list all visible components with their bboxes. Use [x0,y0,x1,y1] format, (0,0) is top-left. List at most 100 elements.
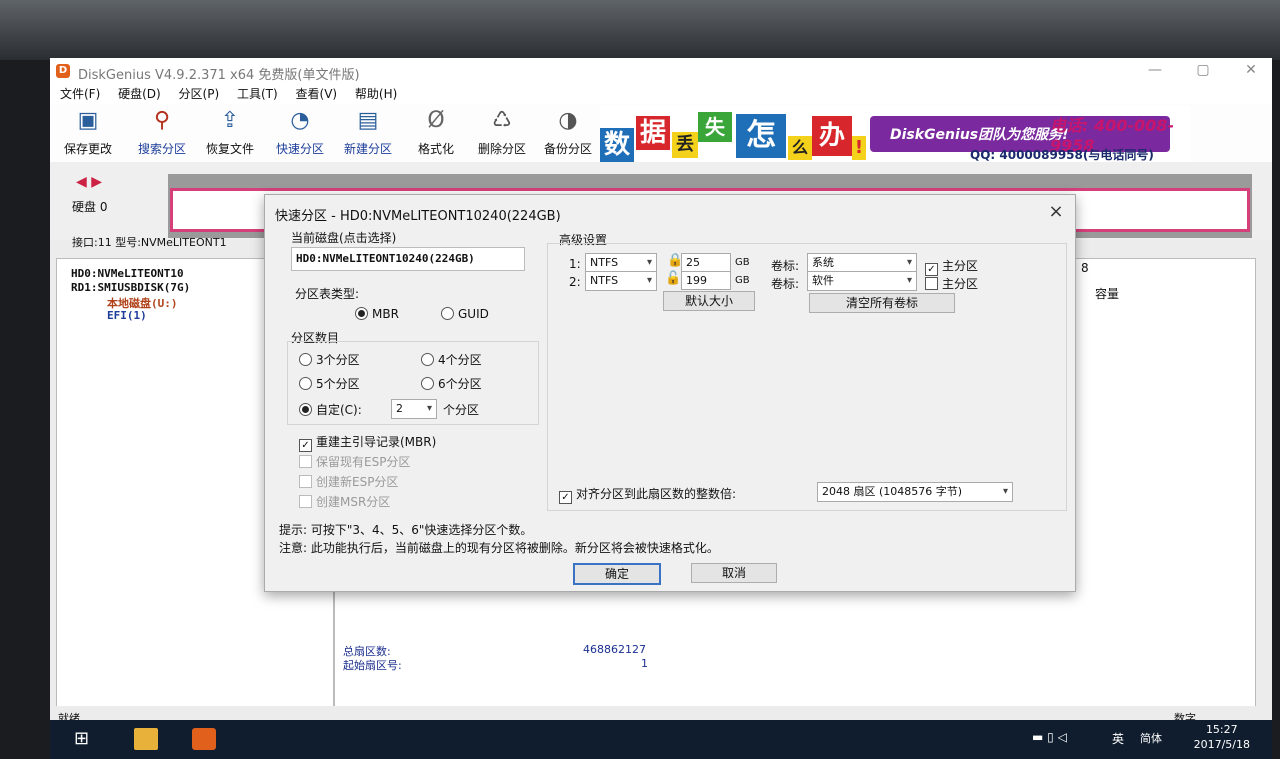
banner-char: 么 [788,136,812,160]
chevron-down-icon: ▾ [426,403,432,414]
banner-char: 办 [812,116,852,156]
tree-item-hd0[interactable]: HD0:NVMeLITEONT10 [71,267,184,280]
menu-file[interactable]: 文件(F) [60,84,100,104]
clock-time: 15:27 [1205,723,1238,736]
menu-tools[interactable]: 工具(T) [237,84,278,104]
windows-start-icon[interactable]: ⊞ [74,728,98,750]
count-6-radio[interactable]: 6个分区 [421,375,482,392]
unlock-icon[interactable]: 🔓 [665,271,681,286]
clear-labels-button[interactable]: 清空所有卷标 [809,293,955,313]
ime-mode[interactable]: 简体 [1140,730,1162,746]
mbr-radio[interactable]: MBR [355,307,399,321]
recover-files-button[interactable]: ⇪ 恢复文件 [198,108,262,157]
quick-partition-button[interactable]: ◔ 快速分区 [268,108,332,157]
radio-dot [299,353,312,366]
diskgenius-taskbar-icon[interactable] [192,728,216,750]
partition-1-unit: GB [735,257,750,268]
rebuild-mbr-checkbox[interactable]: ✓ 重建主引导记录(MBR) [299,433,436,452]
save-icon: ▣ [77,108,99,133]
radio-dot [441,307,454,320]
banner-exclaim: ! [852,136,866,160]
menu-disk[interactable]: 硬盘(D) [118,84,161,104]
guid-radio[interactable]: GUID [441,307,489,321]
promo-banner: 数 据 丢 失 怎 么 办 ! DiskGenius团队为您服务! 电话: 40… [600,106,1190,162]
start-sector-value: 1 [641,657,648,670]
banner-char: 怎 [736,114,786,158]
count-4-radio[interactable]: 4个分区 [421,351,482,368]
custom-count-radio[interactable]: 自定(C): [299,401,362,418]
radio-dot [299,377,312,390]
align-sectors-select[interactable]: 2048 扇区 (1048576 字节) ▾ [817,482,1013,502]
current-disk-label: 当前磁盘(点击选择) [291,231,397,245]
save-changes-button[interactable]: ▣ 保存更改 [56,108,120,157]
banner-char: 数 [600,128,634,162]
menu-bar: 文件(F) 硬盘(D) 分区(P) 工具(T) 查看(V) 帮助(H) [50,84,1272,104]
partition-1-fs-select[interactable]: NTFS ▾ [585,253,657,273]
banner-slogan: DiskGenius团队为您服务! [890,127,1069,143]
title-bar: D DiskGenius V4.9.2.371 x64 免费版(单文件版) — … [50,58,1272,84]
tree-item-rd1[interactable]: RD1:SMIUSBDISK(7G) [71,281,190,294]
ime-indicator[interactable]: 英 [1112,730,1124,747]
check-icon: ✓ [559,491,572,504]
ok-button[interactable]: 确定 [573,563,661,585]
delete-partition-button[interactable]: ♺ 删除分区 [470,108,534,157]
chevron-down-icon: ▾ [906,275,912,286]
quick-partition-icon: ◔ [290,108,310,133]
new-partition-button[interactable]: ▤ 新建分区 [336,108,400,157]
default-size-button[interactable]: 默认大小 [663,291,755,311]
new-partition-icon: ▤ [357,108,379,133]
warning-text: 注意: 此功能执行后，当前磁盘上的现有分区将被删除。新分区将会被快速格式化。 [279,541,719,555]
create-msr-checkbox[interactable]: 创建MSR分区 [299,493,390,510]
format-button[interactable]: Ø 格式化 [404,108,468,157]
windows-taskbar: ⊞ ▬ ▯ ◁ 英 简体 15:27 2017/5/18 [50,720,1272,759]
quick-partition-dialog: 快速分区 - HD0:NVMeLITEONT10240(224GB) × 当前磁… [264,194,1076,592]
count-5-radio[interactable]: 5个分区 [299,375,360,392]
disk-nav-arrows[interactable]: ◀ ▶ [76,174,102,190]
dialog-title: 快速分区 - HD0:NVMeLITEONT10240(224GB) [275,209,561,224]
keep-esp-checkbox[interactable]: 保留现有ESP分区 [299,453,410,470]
radio-dot [421,353,434,366]
partition-1-volume-label: 卷标: [771,259,800,273]
banner-qq: QQ: 4000089958(与电话同号) [970,148,1154,162]
align-partition-checkbox[interactable]: ✓ 对齐分区到此扇区数的整数倍: [559,485,736,504]
tray-icons: ▬ ▯ ◁ [1032,730,1067,744]
backup-icon: ◑ [558,108,578,133]
custom-count-select[interactable]: 2 ▾ [391,399,437,419]
column-capacity: 容量 [1095,287,1120,301]
radio-dot [355,307,368,320]
partition-2-volume-select[interactable]: 软件 ▾ [807,271,917,291]
dialog-close-icon[interactable]: × [1045,201,1067,222]
trash-icon: ♺ [492,108,512,133]
file-explorer-icon[interactable] [134,728,158,750]
cancel-button[interactable]: 取消 [691,563,777,583]
partition-2-fs-select[interactable]: NTFS ▾ [585,271,657,291]
maximize-button[interactable]: ▢ [1188,62,1218,80]
backup-partition-button[interactable]: ◑ 备份分区 [536,108,600,157]
chevron-down-icon: ▾ [646,257,652,268]
partition-2-size-input[interactable]: 199 [681,271,731,290]
tree-item-efi[interactable]: EFI(1) [107,309,147,322]
partition-1-index: 1: [569,257,581,271]
chevron-down-icon: ▾ [646,275,652,286]
toolbar: ▣ 保存更改 ⚲ 搜索分区 ⇪ 恢复文件 ◔ 快速分区 ▤ 新建分区 Ø 格式化… [50,104,1272,163]
close-button[interactable]: ✕ [1236,62,1266,80]
disk-label: 硬盘 0 [72,200,108,214]
banner-char: 丢 [672,132,698,158]
custom-count-suffix: 个分区 [443,403,480,417]
taskbar-clock[interactable]: 15:27 2017/5/18 [1194,722,1250,752]
create-esp-checkbox[interactable]: 创建新ESP分区 [299,473,398,490]
partition-1-volume-select[interactable]: 系统 ▾ [807,253,917,273]
clock-date: 2017/5/18 [1193,738,1250,751]
partition-1-primary-checkbox[interactable]: ✓ 主分区 [925,257,978,276]
search-partition-button[interactable]: ⚲ 搜索分区 [130,108,194,157]
tip-text: 提示: 可按下"3、4、5、6"快速选择分区个数。 [279,523,533,537]
minimize-button[interactable]: — [1140,62,1170,80]
partition-2-primary-checkbox[interactable]: 主分区 [925,275,978,292]
menu-partition[interactable]: 分区(P) [179,84,220,104]
count-3-radio[interactable]: 3个分区 [299,351,360,368]
partition-1-size-input[interactable]: 25 [681,253,731,272]
disk-info: 接口:11 型号:NVMeLITEONT1 [72,236,227,249]
menu-help[interactable]: 帮助(H) [355,84,397,104]
current-disk-selector[interactable]: HD0:NVMeLITEONT10240(224GB) [291,247,525,271]
menu-view[interactable]: 查看(V) [296,84,338,104]
